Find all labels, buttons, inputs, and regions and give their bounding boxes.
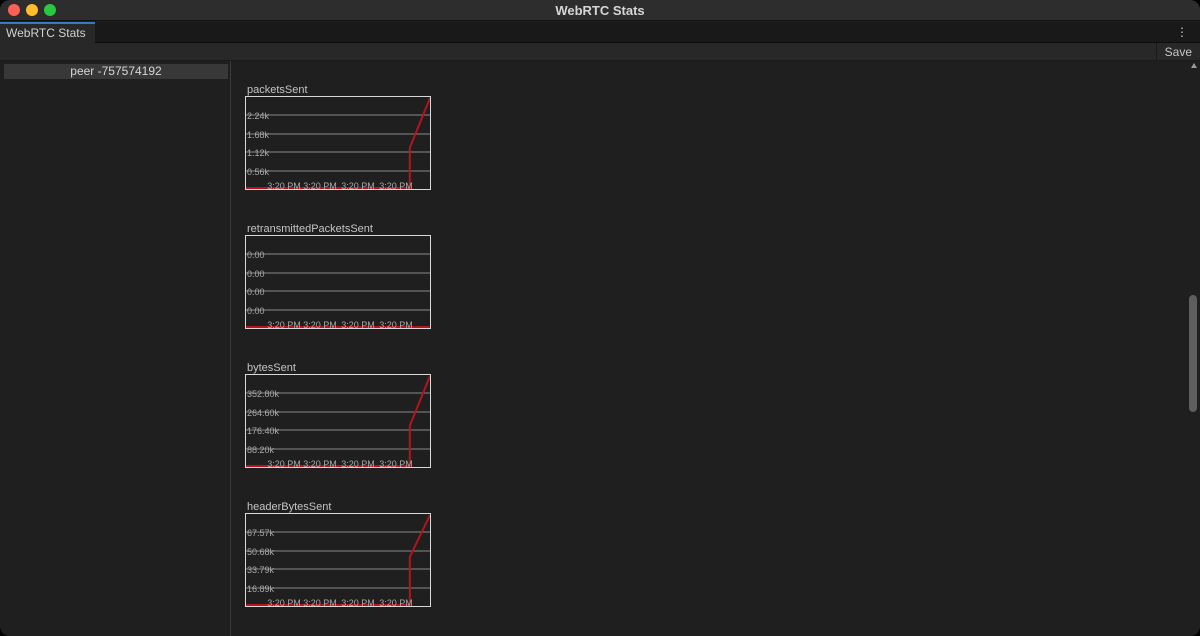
chart-plot-area: 67.57k 50.68k 33.79k 16.89k 3:20 PM 3:20 PM 3:… [245,513,431,607]
chart-plot-area: 2.24k 1.68k 1.12k 0.56k 3:20 PM 3:20 PM 3:20 P… [245,96,431,190]
chart-svg: 2.24k1.68k1.12k0.56k3:20 PM 3:20 PM 3:20 P… [246,97,430,189]
toolbar: Save [0,43,1200,61]
chart-svg: 0.000.000.000.003:20 PM 3:20 PM 3:20 PM 3:2… [246,250,430,328]
x-tick-label: 3:20 PM [379,459,413,467]
scrollbar-thumb[interactable] [1189,295,1197,412]
y-tick-label: 0.00 [247,250,265,260]
y-tick-label: 264.60k [247,408,280,418]
y-tick-label: 0.00 [247,287,265,297]
chart-title: bytesSent [247,362,296,374]
chart-title: packetsSent [247,84,308,96]
window-title: WebRTC Stats [555,3,645,18]
save-button[interactable]: Save [1155,43,1200,61]
x-tick-label: 3:20 PM [267,320,301,328]
y-tick-label: 176.40k [247,426,280,436]
x-tick-label: 3:20 PM [379,320,413,328]
tab-webrtc-stats[interactable]: WebRTC Stats [0,22,95,43]
app-window: WebRTC Stats WebRTC Stats ⋮ Save peer -7… [0,0,1200,636]
x-tick-label: 3:20 PM [341,181,375,189]
kebab-menu-icon[interactable]: ⋮ [1176,25,1188,39]
tab-bar: WebRTC Stats ⋮ [0,22,1200,43]
x-tick-label: 3:20 PM [341,320,375,328]
scroll-up-arrow-icon[interactable] [1191,63,1197,68]
x-tick-label: 3:20 PM [303,320,337,328]
chart-plot-area: 0.00 0.00 0.00 0.00 3:20 PM 3:20 PM 3:20 PM 3:2… [245,235,431,329]
y-tick-label: 67.57k [247,528,275,538]
x-tick-label: 3:20 PM [341,459,375,467]
y-tick-label: 33.79k [247,565,275,575]
x-tick-label: 3:20 PM [379,181,413,189]
y-tick-label: 50.68k [247,547,275,557]
peer-list-sidebar: peer -757574192 [0,61,231,636]
x-tick-label: 3:20 PM [303,598,337,606]
x-tick-label: 3:20 PM [341,598,375,606]
y-tick-label: 88.20k [247,445,275,455]
chart-title: retransmittedPacketsSent [247,223,373,235]
x-tick-label: 3:20 PM [267,181,301,189]
series-line [246,97,430,189]
chart-title: headerBytesSent [247,501,332,513]
chart-plot-area: 352.80k 264.60k 176.40k 88.20k 3:20 PM 3:20 P… [245,374,431,468]
x-tick-label: 3:20 PM [303,181,337,189]
y-tick-label: 0.00 [247,269,265,279]
y-tick-label: 2.24k [247,111,270,121]
y-tick-label: 1.68k [247,130,270,140]
x-tick-label: 3:20 PM [267,598,301,606]
x-tick-label: 3:20 PM [379,598,413,606]
y-tick-label: 16.89k [247,584,275,594]
chart-svg: 352.80k264.60k176.40k88.20k3:20 PM 3:20 P… [246,375,430,467]
peer-list-item[interactable]: peer -757574192 [4,64,228,79]
y-tick-label: 1.12k [247,148,270,158]
y-tick-label: 0.00 [247,306,265,316]
y-tick-label: 0.56k [247,167,270,177]
x-tick-label: 3:20 PM [267,459,301,467]
y-tick-label: 352.80k [247,389,280,399]
title-bar: WebRTC Stats [0,0,1200,21]
x-tick-label: 3:20 PM [303,459,337,467]
chart-svg: 67.57k50.68k33.79k16.89k3:20 PM 3:20 PM 3:… [246,514,430,606]
